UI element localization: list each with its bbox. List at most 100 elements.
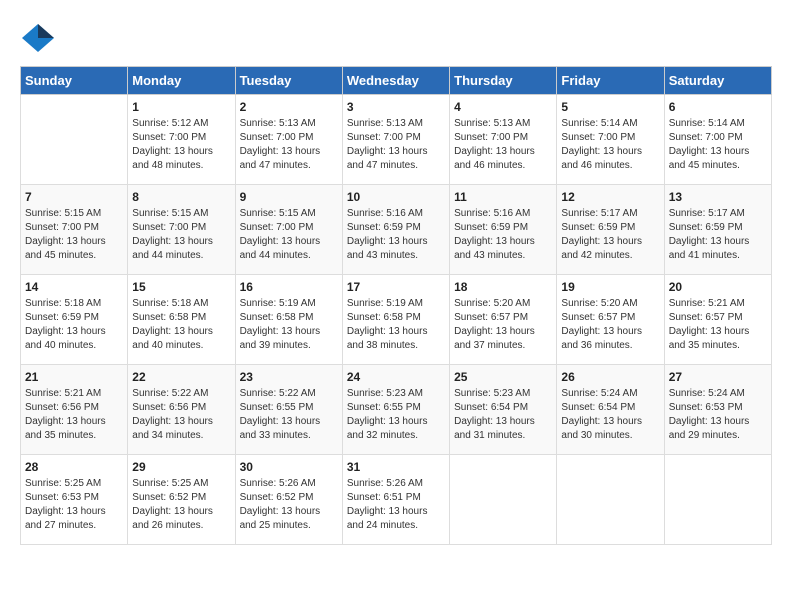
week-row-4: 21 Sunrise: 5:21 AM Sunset: 6:56 PM Dayli… — [21, 365, 772, 455]
day-number: 2 — [240, 100, 338, 114]
day-info: Sunrise: 5:18 AM Sunset: 6:58 PM Dayligh… — [132, 297, 230, 353]
day-info: Sunrise: 5:26 AM Sunset: 6:51 PM Dayligh… — [347, 477, 445, 533]
day-number: 1 — [132, 100, 230, 114]
day-number: 28 — [25, 460, 123, 474]
day-info: Sunrise: 5:13 AM Sunset: 7:00 PM Dayligh… — [454, 117, 552, 173]
day-info: Sunrise: 5:13 AM Sunset: 7:00 PM Dayligh… — [240, 117, 338, 173]
calendar-cell: 3 Sunrise: 5:13 AM Sunset: 7:00 PM Daylig… — [342, 95, 449, 185]
calendar-header-row: SundayMondayTuesdayWednesdayThursdayFrid… — [21, 67, 772, 95]
calendar-cell: 6 Sunrise: 5:14 AM Sunset: 7:00 PM Daylig… — [664, 95, 771, 185]
header-saturday: Saturday — [664, 67, 771, 95]
day-info: Sunrise: 5:13 AM Sunset: 7:00 PM Dayligh… — [347, 117, 445, 173]
day-info: Sunrise: 5:12 AM Sunset: 7:00 PM Dayligh… — [132, 117, 230, 173]
day-number: 5 — [561, 100, 659, 114]
day-number: 7 — [25, 190, 123, 204]
calendar-cell: 16 Sunrise: 5:19 AM Sunset: 6:58 PM Dayli… — [235, 275, 342, 365]
day-number: 13 — [669, 190, 767, 204]
day-info: Sunrise: 5:25 AM Sunset: 6:53 PM Dayligh… — [25, 477, 123, 533]
day-number: 15 — [132, 280, 230, 294]
day-info: Sunrise: 5:20 AM Sunset: 6:57 PM Dayligh… — [454, 297, 552, 353]
calendar-cell — [21, 95, 128, 185]
day-info: Sunrise: 5:15 AM Sunset: 7:00 PM Dayligh… — [25, 207, 123, 263]
calendar-cell: 23 Sunrise: 5:22 AM Sunset: 6:55 PM Dayli… — [235, 365, 342, 455]
calendar-cell: 30Sunrise: 5:26 AM Sunset: 6:52 PM Dayli… — [235, 455, 342, 545]
day-number: 10 — [347, 190, 445, 204]
day-info: Sunrise: 5:19 AM Sunset: 6:58 PM Dayligh… — [347, 297, 445, 353]
day-info: Sunrise: 5:17 AM Sunset: 6:59 PM Dayligh… — [561, 207, 659, 263]
day-number: 21 — [25, 370, 123, 384]
day-info: Sunrise: 5:21 AM Sunset: 6:56 PM Dayligh… — [25, 387, 123, 443]
week-row-3: 14 Sunrise: 5:18 AM Sunset: 6:59 PM Dayli… — [21, 275, 772, 365]
day-info: Sunrise: 5:14 AM Sunset: 7:00 PM Dayligh… — [669, 117, 767, 173]
calendar-cell: 1 Sunrise: 5:12 AM Sunset: 7:00 PM Daylig… — [128, 95, 235, 185]
calendar-cell: 13 Sunrise: 5:17 AM Sunset: 6:59 PM Dayli… — [664, 185, 771, 275]
calendar-table: SundayMondayTuesdayWednesdayThursdayFrid… — [20, 66, 772, 545]
day-number: 26 — [561, 370, 659, 384]
day-info: Sunrise: 5:26 AM Sunset: 6:52 PM Dayligh… — [240, 477, 338, 533]
day-number: 31 — [347, 460, 445, 474]
calendar-cell: 22Sunrise: 5:22 AM Sunset: 6:56 PM Dayli… — [128, 365, 235, 455]
day-number: 3 — [347, 100, 445, 114]
calendar-cell — [664, 455, 771, 545]
day-info: Sunrise: 5:15 AM Sunset: 7:00 PM Dayligh… — [132, 207, 230, 263]
day-info: Sunrise: 5:23 AM Sunset: 6:54 PM Dayligh… — [454, 387, 552, 443]
calendar-cell: 25Sunrise: 5:23 AM Sunset: 6:54 PM Dayli… — [450, 365, 557, 455]
calendar-cell: 15 Sunrise: 5:18 AM Sunset: 6:58 PM Dayli… — [128, 275, 235, 365]
calendar-cell: 27 Sunrise: 5:24 AM Sunset: 6:53 PM Dayli… — [664, 365, 771, 455]
calendar-cell: 12 Sunrise: 5:17 AM Sunset: 6:59 PM Dayli… — [557, 185, 664, 275]
calendar-cell — [450, 455, 557, 545]
day-info: Sunrise: 5:25 AM Sunset: 6:52 PM Dayligh… — [132, 477, 230, 533]
calendar-cell: 4 Sunrise: 5:13 AM Sunset: 7:00 PM Daylig… — [450, 95, 557, 185]
week-row-2: 7 Sunrise: 5:15 AM Sunset: 7:00 PM Daylig… — [21, 185, 772, 275]
day-number: 16 — [240, 280, 338, 294]
header-friday: Friday — [557, 67, 664, 95]
calendar-cell: 11Sunrise: 5:16 AM Sunset: 6:59 PM Dayli… — [450, 185, 557, 275]
day-number: 24 — [347, 370, 445, 384]
day-info: Sunrise: 5:18 AM Sunset: 6:59 PM Dayligh… — [25, 297, 123, 353]
day-number: 20 — [669, 280, 767, 294]
calendar-cell: 20Sunrise: 5:21 AM Sunset: 6:57 PM Dayli… — [664, 275, 771, 365]
calendar-cell: 10 Sunrise: 5:16 AM Sunset: 6:59 PM Dayli… — [342, 185, 449, 275]
day-number: 12 — [561, 190, 659, 204]
day-info: Sunrise: 5:14 AM Sunset: 7:00 PM Dayligh… — [561, 117, 659, 173]
day-info: Sunrise: 5:24 AM Sunset: 6:54 PM Dayligh… — [561, 387, 659, 443]
calendar-cell: 31 Sunrise: 5:26 AM Sunset: 6:51 PM Dayli… — [342, 455, 449, 545]
calendar-cell: 17 Sunrise: 5:19 AM Sunset: 6:58 PM Dayli… — [342, 275, 449, 365]
header-sunday: Sunday — [21, 67, 128, 95]
logo-icon — [20, 20, 56, 56]
calendar-cell: 9 Sunrise: 5:15 AM Sunset: 7:00 PM Daylig… — [235, 185, 342, 275]
day-info: Sunrise: 5:17 AM Sunset: 6:59 PM Dayligh… — [669, 207, 767, 263]
calendar-cell: 24Sunrise: 5:23 AM Sunset: 6:55 PM Dayli… — [342, 365, 449, 455]
week-row-5: 28 Sunrise: 5:25 AM Sunset: 6:53 PM Dayli… — [21, 455, 772, 545]
calendar-cell: 21 Sunrise: 5:21 AM Sunset: 6:56 PM Dayli… — [21, 365, 128, 455]
header-tuesday: Tuesday — [235, 67, 342, 95]
header-wednesday: Wednesday — [342, 67, 449, 95]
week-row-1: 1 Sunrise: 5:12 AM Sunset: 7:00 PM Daylig… — [21, 95, 772, 185]
day-number: 6 — [669, 100, 767, 114]
calendar-cell: 19 Sunrise: 5:20 AM Sunset: 6:57 PM Dayli… — [557, 275, 664, 365]
day-info: Sunrise: 5:24 AM Sunset: 6:53 PM Dayligh… — [669, 387, 767, 443]
header-thursday: Thursday — [450, 67, 557, 95]
day-info: Sunrise: 5:19 AM Sunset: 6:58 PM Dayligh… — [240, 297, 338, 353]
day-number: 18 — [454, 280, 552, 294]
calendar-cell: 26 Sunrise: 5:24 AM Sunset: 6:54 PM Dayli… — [557, 365, 664, 455]
calendar-cell: 14 Sunrise: 5:18 AM Sunset: 6:59 PM Dayli… — [21, 275, 128, 365]
day-number: 23 — [240, 370, 338, 384]
day-number: 17 — [347, 280, 445, 294]
day-number: 22 — [132, 370, 230, 384]
day-number: 11 — [454, 190, 552, 204]
day-number: 4 — [454, 100, 552, 114]
calendar-cell — [557, 455, 664, 545]
day-number: 29 — [132, 460, 230, 474]
header-monday: Monday — [128, 67, 235, 95]
day-number: 14 — [25, 280, 123, 294]
logo — [20, 20, 60, 56]
day-info: Sunrise: 5:16 AM Sunset: 6:59 PM Dayligh… — [347, 207, 445, 263]
day-info: Sunrise: 5:22 AM Sunset: 6:55 PM Dayligh… — [240, 387, 338, 443]
day-info: Sunrise: 5:15 AM Sunset: 7:00 PM Dayligh… — [240, 207, 338, 263]
day-number: 27 — [669, 370, 767, 384]
day-number: 9 — [240, 190, 338, 204]
day-info: Sunrise: 5:20 AM Sunset: 6:57 PM Dayligh… — [561, 297, 659, 353]
calendar-cell: 2 Sunrise: 5:13 AM Sunset: 7:00 PM Daylig… — [235, 95, 342, 185]
day-number: 19 — [561, 280, 659, 294]
